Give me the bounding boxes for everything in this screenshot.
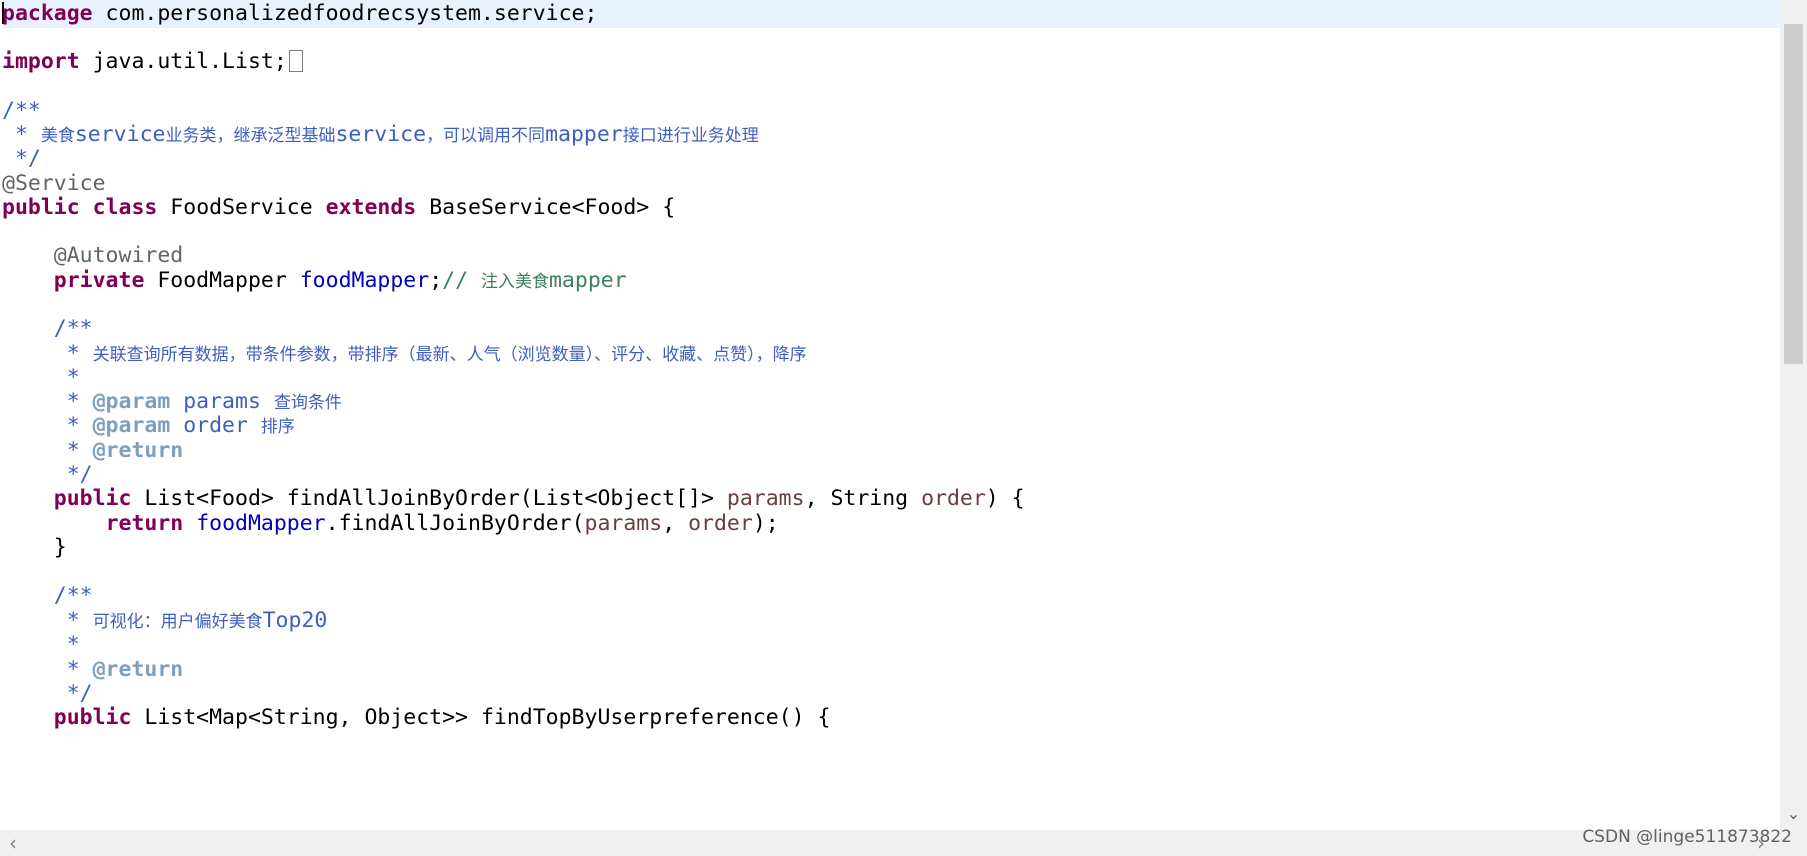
method2-javadoc-blank: * <box>2 632 80 657</box>
package-name: com.personalizedfoodrecsystem.service; <box>92 1 598 26</box>
keyword-private: private <box>53 268 145 293</box>
javadoc-text: Top20 <box>262 608 328 633</box>
javadoc-star: * <box>2 389 93 414</box>
method2-javadoc-open: /** <box>2 583 93 608</box>
javadoc-text: service <box>335 122 427 147</box>
method1-signature: public List<Food> findAllJoinByOrder(Lis… <box>2 485 1780 513</box>
javadoc-tag-param: @param <box>92 413 171 438</box>
javadoc-star: * <box>2 608 93 633</box>
javadoc-text: ，可以调用不同 <box>426 126 546 146</box>
keyword-public: public <box>2 195 80 220</box>
javadoc-text: mapper <box>545 122 623 147</box>
javadoc-text: 美食 <box>40 126 75 146</box>
keyword-public: public <box>53 486 132 511</box>
field-name: foodMapper <box>299 268 430 293</box>
method-signature: ) { <box>985 486 1025 511</box>
folded-imports-icon[interactable] <box>288 50 303 72</box>
javadoc-param-desc: 排序 <box>260 417 295 437</box>
javadoc-star: * <box>2 413 93 438</box>
scroll-down-arrow-icon[interactable]: ⌄ <box>1780 800 1807 828</box>
field-declaration: private FoodMapper foodMapper;// 注入美食map… <box>2 267 1780 295</box>
line-comment-text: 注入美食 <box>480 272 549 292</box>
argument-order: order <box>688 511 753 536</box>
javadoc-star: * <box>2 438 93 463</box>
keyword-public: public <box>53 705 132 730</box>
semicolon: ; <box>429 268 443 293</box>
javadoc-text: service <box>74 122 166 147</box>
method2-signature: public List<Map<String, Object>> findTop… <box>2 704 1780 732</box>
field-type: FoodMapper <box>144 268 300 293</box>
field-reference: foodMapper <box>196 511 326 536</box>
parameter-params: params <box>726 486 805 511</box>
autowired-annotation: @Autowired <box>2 243 184 268</box>
method1-javadoc-param-order: * @param order 排序 <box>2 412 1780 440</box>
javadoc-tag-param: @param <box>92 389 171 414</box>
javadoc-star: * <box>2 657 93 682</box>
base-class: BaseService<Food> { <box>416 195 676 220</box>
keyword-extends: extends <box>325 195 417 220</box>
line-comment-text: mapper <box>548 268 627 293</box>
method-signature: , String <box>804 486 922 511</box>
keyword-package: package <box>2 1 93 26</box>
method-signature: List<Food> findAllJoinByOrder(List<Objec… <box>131 486 727 511</box>
argument-params: params <box>584 511 663 536</box>
code-line-package: package com.personalizedfoodrecsystem.se… <box>2 0 1780 28</box>
javadoc-tag-return: @return <box>92 657 184 682</box>
javadoc-param-desc: 查询条件 <box>273 393 342 413</box>
javadoc-tag-return: @return <box>92 438 184 463</box>
keyword-return: return <box>105 511 184 536</box>
line-comment: // <box>442 268 481 293</box>
method1-javadoc-open: /** <box>2 316 93 341</box>
javadoc-star: * <box>2 341 93 366</box>
code-line-import: import java.util.List; <box>2 48 1780 76</box>
method1-close-brace: } <box>2 535 67 560</box>
javadoc-text: 业务类，继承泛型基础 <box>165 126 336 146</box>
javadoc-text: 关联查询所有数据，带条件参数，带排序（最新、人气（浏览数量）、评分、收藏、点赞）… <box>92 345 807 365</box>
csdn-watermark: CSDN @linge511873822 <box>1582 827 1792 847</box>
keyword-class: class <box>92 195 158 220</box>
vertical-scrollbar-thumb[interactable] <box>1784 24 1803 364</box>
javadoc-param-name: order <box>170 413 261 438</box>
class-declaration: public class FoodService extends BaseSer… <box>2 194 1780 222</box>
method-signature: List<Map<String, Object>> findTopByUserp… <box>131 705 831 730</box>
vertical-scrollbar[interactable]: ⌄ <box>1780 0 1807 830</box>
parameter-order: order <box>921 486 986 511</box>
scroll-left-arrow-icon[interactable]: ‹ <box>2 830 24 856</box>
javadoc-star: * <box>2 122 41 147</box>
import-name: java.util.List; <box>79 49 287 74</box>
method-call: .findAllJoinByOrder( <box>325 511 585 536</box>
javadoc-text: 可视化：用户偏好美食 <box>92 612 263 632</box>
method-call: , <box>662 511 689 536</box>
keyword-import: import <box>2 49 80 74</box>
class-javadoc-close: */ <box>2 146 41 171</box>
javadoc-param-name: params <box>170 389 274 414</box>
horizontal-scrollbar[interactable]: ‹ › <box>0 830 1807 856</box>
class-name: FoodService <box>157 195 326 220</box>
code-editor[interactable]: package com.personalizedfoodrecsystem.se… <box>0 0 1780 830</box>
javadoc-text: 接口进行业务处理 <box>622 126 759 146</box>
method-call: ); <box>752 511 779 536</box>
